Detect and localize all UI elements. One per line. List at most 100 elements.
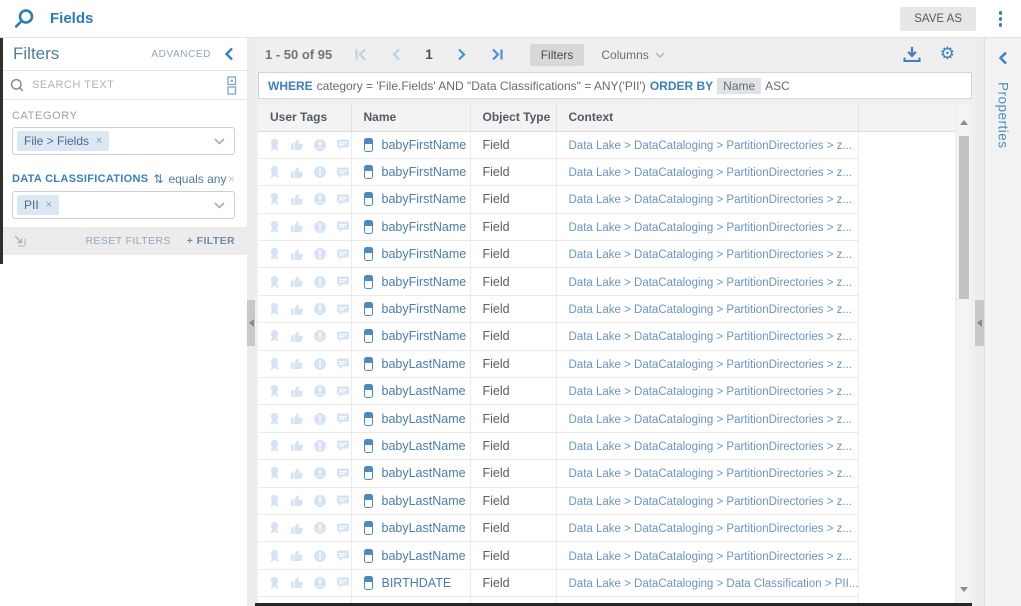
endorsement-icon[interactable]	[268, 576, 281, 590]
context-breadcrumb-link[interactable]: Data Lake > DataCataloging > Data Classi…	[569, 578, 859, 590]
comment-icon[interactable]	[336, 412, 350, 425]
thumbs-up-icon[interactable]	[290, 275, 304, 288]
reset-filters-button[interactable]: RESET FILTERS	[85, 235, 170, 247]
collapse-sidebar-icon[interactable]	[224, 47, 234, 61]
endorsement-icon[interactable]	[268, 357, 281, 371]
context-breadcrumb-link[interactable]: Data Lake > DataCataloging > PartitionDi…	[569, 414, 853, 426]
table-row[interactable]: babyFirstName Field Data Lake > DataCata…	[258, 268, 955, 295]
table-row[interactable]: babyFirstName Field Data Lake > DataCata…	[258, 158, 955, 185]
thumbs-up-icon[interactable]	[290, 439, 304, 452]
comment-icon[interactable]	[336, 357, 350, 370]
field-name-link[interactable]: babyLastName	[382, 549, 466, 563]
comment-icon[interactable]	[336, 166, 350, 179]
endorsement-icon[interactable]	[268, 466, 281, 480]
context-breadcrumb-link[interactable]: Data Lake > DataCataloging > PartitionDi…	[569, 277, 853, 289]
previous-page-button[interactable]	[390, 48, 403, 61]
column-header-name[interactable]: Name	[351, 104, 470, 131]
thumbs-up-icon[interactable]	[290, 220, 304, 233]
comment-icon[interactable]	[336, 275, 350, 288]
field-name-link[interactable]: babyLastName	[382, 466, 466, 480]
table-row[interactable]: babyLastName Field Data Lake > DataCatal…	[258, 514, 955, 541]
deprecation-icon[interactable]	[313, 549, 327, 563]
properties-tab[interactable]: Properties	[996, 82, 1011, 149]
context-breadcrumb-link[interactable]: Data Lake > DataCataloging > PartitionDi…	[569, 304, 853, 316]
table-row[interactable]: babyLastName Field Data Lake > DataCatal…	[258, 378, 955, 405]
table-row[interactable]: babyFirstName Field Data Lake > DataCata…	[258, 213, 955, 240]
save-as-button[interactable]: SAVE AS	[900, 7, 976, 31]
context-breadcrumb-link[interactable]: Data Lake > DataCataloging > PartitionDi…	[569, 496, 853, 508]
comment-icon[interactable]	[336, 193, 350, 206]
deprecation-icon[interactable]	[313, 220, 327, 234]
field-name-link[interactable]: babyFirstName	[382, 220, 467, 234]
remove-classification-filter-icon[interactable]: ×	[228, 172, 235, 186]
thumbs-up-icon[interactable]	[290, 412, 304, 425]
thumbs-up-icon[interactable]	[290, 138, 304, 151]
thumbs-up-icon[interactable]	[290, 576, 304, 589]
table-row[interactable]: babyFirstName Field Data Lake > DataCata…	[258, 323, 955, 350]
add-filter-button[interactable]: + FILTER	[187, 235, 235, 247]
table-row[interactable]: babyLastName Field Data Lake > DataCatal…	[258, 405, 955, 432]
collapse-corner-icon[interactable]	[12, 233, 28, 249]
column-header-context[interactable]: Context	[556, 104, 858, 131]
endorsement-icon[interactable]	[268, 275, 281, 289]
comment-icon[interactable]	[336, 439, 350, 452]
table-row[interactable]: babyLastName Field Data Lake > DataCatal…	[258, 350, 955, 377]
deprecation-icon[interactable]	[313, 412, 327, 426]
field-name-link[interactable]: babyFirstName	[382, 138, 467, 152]
classification-sort-icon[interactable]: ⇅	[153, 172, 163, 186]
field-name-link[interactable]: babyFirstName	[382, 275, 467, 289]
thumbs-up-icon[interactable]	[290, 522, 304, 535]
deprecation-icon[interactable]	[313, 494, 327, 508]
context-breadcrumb-link[interactable]: Data Lake > DataCataloging > PartitionDi…	[569, 359, 853, 371]
endorsement-icon[interactable]	[268, 165, 281, 179]
right-splitter-grip[interactable]	[975, 300, 984, 346]
remove-pii-chip-icon[interactable]: ×	[46, 200, 52, 211]
endorsement-icon[interactable]	[268, 494, 281, 508]
classification-select[interactable]: PII ×	[12, 191, 235, 219]
deprecation-icon[interactable]	[313, 466, 327, 480]
field-name-link[interactable]: babyLastName	[382, 412, 466, 426]
field-name-link[interactable]: babyFirstName	[382, 302, 467, 316]
endorsement-icon[interactable]	[268, 549, 281, 563]
deprecation-icon[interactable]	[313, 247, 327, 261]
scrollbar-thumb[interactable]	[959, 136, 969, 299]
match-options-icon[interactable]	[227, 76, 237, 95]
comment-icon[interactable]	[336, 138, 350, 151]
classification-operator[interactable]: equals any	[168, 172, 226, 186]
scroll-down-icon[interactable]	[960, 587, 968, 592]
deprecation-icon[interactable]	[313, 576, 327, 590]
deprecation-icon[interactable]	[313, 384, 327, 398]
table-row[interactable]: babyFirstName Field Data Lake > DataCata…	[258, 295, 955, 322]
table-row[interactable]: babyFirstName Field Data Lake > DataCata…	[258, 186, 955, 213]
endorsement-icon[interactable]	[268, 521, 281, 535]
scroll-up-icon[interactable]	[960, 120, 968, 125]
next-page-button[interactable]	[455, 48, 468, 61]
expand-properties-icon[interactable]	[998, 51, 1008, 65]
thumbs-up-icon[interactable]	[290, 385, 304, 398]
comment-icon[interactable]	[336, 576, 350, 589]
context-breadcrumb-link[interactable]: Data Lake > DataCataloging > PartitionDi…	[569, 331, 853, 343]
field-name-link[interactable]: babyFirstName	[382, 329, 467, 343]
thumbs-up-icon[interactable]	[290, 193, 304, 206]
field-name-link[interactable]: babyLastName	[382, 384, 466, 398]
gear-icon[interactable]: ⚙	[940, 46, 955, 63]
endorsement-icon[interactable]	[268, 329, 281, 343]
comment-icon[interactable]	[336, 248, 350, 261]
comment-icon[interactable]	[336, 494, 350, 507]
thumbs-up-icon[interactable]	[290, 166, 304, 179]
column-header-user-tags[interactable]: User Tags	[258, 104, 351, 131]
context-breadcrumb-link[interactable]: Data Lake > DataCataloging > PartitionDi…	[569, 468, 853, 480]
deprecation-icon[interactable]	[313, 192, 327, 206]
endorsement-icon[interactable]	[268, 220, 281, 234]
context-breadcrumb-link[interactable]: Data Lake > DataCataloging > PartitionDi…	[569, 386, 853, 398]
thumbs-up-icon[interactable]	[290, 303, 304, 316]
table-row[interactable]: babyLastName Field Data Lake > DataCatal…	[258, 542, 955, 569]
context-breadcrumb-link[interactable]: Data Lake > DataCataloging > PartitionDi…	[569, 441, 853, 453]
table-row[interactable]: babyFirstName Field Data Lake > DataCata…	[258, 241, 955, 268]
table-row[interactable]: babyLastName Field Data Lake > DataCatal…	[258, 460, 955, 487]
data-classifications-label[interactable]: DATA CLASSIFICATIONS	[12, 173, 148, 185]
category-select[interactable]: File > Fields ×	[12, 127, 235, 155]
comment-icon[interactable]	[336, 467, 350, 480]
endorsement-icon[interactable]	[268, 247, 281, 261]
field-name-link[interactable]: babyFirstName	[382, 192, 467, 206]
